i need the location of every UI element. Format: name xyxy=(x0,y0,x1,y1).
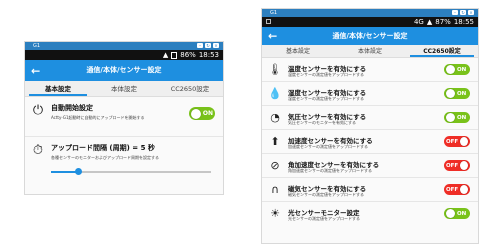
window-title: G1 xyxy=(33,43,41,49)
app-bar: ← 通信/本体/センサー設定 xyxy=(25,60,223,81)
power-icon: ⏻ xyxy=(32,102,44,118)
temperature-toggle[interactable]: ON xyxy=(444,64,470,75)
rotate-icon[interactable]: ↻ xyxy=(205,43,211,48)
network-type: 4G xyxy=(413,18,424,26)
status-bar: ▲ 86% 18:53 xyxy=(25,50,223,60)
humidity-icon: 💧 xyxy=(268,86,282,100)
toggle-label: ON xyxy=(457,66,467,73)
clock: 18:53 xyxy=(198,51,219,59)
battery-icon xyxy=(171,52,178,59)
battery-level: 87% xyxy=(435,18,451,26)
slider-fill xyxy=(51,171,79,173)
tab-device-settings[interactable]: 本体設定 xyxy=(334,45,406,57)
tab-basic-settings[interactable]: 基本設定 xyxy=(262,45,334,57)
acceleration-toggle[interactable]: OFF xyxy=(444,136,470,147)
auto-start-toggle[interactable]: ON xyxy=(189,107,215,120)
setting-pressure: ◔ 気圧センサーを有効にする 気圧センサーのモニターを有効にする ON xyxy=(262,106,478,130)
setting-description: 各種センサーのモニターおよびアップロード周期を設定する xyxy=(51,155,159,160)
setting-description: Actty-G1起動時に自動的にアップロードを開始する xyxy=(51,115,145,120)
setting-humidity: 💧 湿度センサーを有効にする 湿度センサーの測定値をアップロードする ON xyxy=(262,82,478,106)
page-title: 通信/本体/センサー設定 xyxy=(332,32,408,40)
app-bar: ← 通信/本体/センサー設定 xyxy=(262,27,478,45)
setting-auto-start: ⏻ 自動開始設定 Actty-G1起動時に自動的にアップロードを開始する ON xyxy=(25,97,223,137)
tab-basic-settings[interactable]: 基本設定 xyxy=(25,81,91,96)
window-titlebar: G1 – ↻ × xyxy=(25,42,223,50)
back-arrow-icon[interactable]: ← xyxy=(268,30,277,43)
setting-description: 光センサーの測定値をアップロードする xyxy=(288,216,360,221)
toggle-knob xyxy=(191,108,201,119)
setting-light-sensor: ☀ 光センサーモニター設定 光センサーの測定値をアップロードする ON xyxy=(262,202,478,226)
setting-description: 磁気センサーの測定値をアップロードする xyxy=(288,192,364,197)
rotate-icon[interactable]: ↻ xyxy=(460,10,466,15)
toggle-label: ON xyxy=(457,90,467,97)
setting-description: 温度センサーの測定値をアップロードする xyxy=(288,72,364,77)
tab-device-settings[interactable]: 本体設定 xyxy=(91,81,157,96)
battery-level: 86% xyxy=(180,51,196,59)
magnetometer-toggle[interactable]: OFF xyxy=(444,184,470,195)
gyroscope-icon: ⊘ xyxy=(270,158,280,172)
close-icon[interactable]: × xyxy=(213,43,219,48)
notification-icon xyxy=(266,19,271,24)
toggle-label: ON xyxy=(457,210,467,217)
setting-description: 湿度センサーの測定値をアップロードする xyxy=(288,96,364,101)
toggle-label: ON xyxy=(457,114,467,121)
signal-icon: ▲ xyxy=(162,51,169,59)
tab-bar: 基本設定 本体設定 CC2650設定 xyxy=(25,81,223,97)
magnet-icon: ∩ xyxy=(270,182,280,196)
light-sensor-toggle[interactable]: ON xyxy=(444,208,470,219)
thermometer-icon: 🌡 xyxy=(268,62,282,76)
setting-temperature: 🌡 温度センサーを有効にする 温度センサーの測定値をアップロードする ON xyxy=(262,58,478,82)
acceleration-icon: ⬆ xyxy=(270,134,280,148)
setting-description: 加速度センサーの測定値をアップロードする xyxy=(288,144,368,149)
clock: 18:55 xyxy=(453,18,474,26)
toggle-knob xyxy=(446,209,455,218)
light-bulb-icon: ☀ xyxy=(270,206,280,220)
gyroscope-toggle[interactable]: OFF xyxy=(444,160,470,171)
window-titlebar: G1 – ↻ × xyxy=(262,9,478,17)
signal-icon: ▲ xyxy=(426,18,433,26)
toggle-knob xyxy=(460,185,468,194)
barometer-icon: ◔ xyxy=(270,110,280,124)
back-arrow-icon[interactable]: ← xyxy=(31,64,40,77)
toggle-label: OFF xyxy=(446,186,459,193)
phone-screen-right: G1 – ↻ × 4G ▲ 87% 18:55 ← 通信/本体/センサー設定 基… xyxy=(261,8,479,244)
setting-magnetometer: ∩ 磁気センサーを有効にする 磁気センサーの測定値をアップロードする OFF xyxy=(262,178,478,202)
tab-bar: 基本設定 本体設定 CC2650設定 xyxy=(262,45,478,58)
minimize-icon[interactable]: – xyxy=(197,43,203,48)
toggle-knob xyxy=(460,137,468,146)
setting-description: 気圧センサーのモニターを有効にする xyxy=(288,120,357,125)
setting-title: 自動開始設定 xyxy=(51,104,93,112)
slider-thumb[interactable] xyxy=(75,168,83,175)
setting-title: アップロード間隔 (周期) = 5 秒 xyxy=(51,144,155,152)
toggle-label: OFF xyxy=(446,138,459,145)
toggle-knob xyxy=(446,65,455,74)
timer-icon: ⏱ xyxy=(32,142,44,158)
setting-description: 角加速度センサーの測定値をアップロードする xyxy=(288,168,372,173)
close-icon[interactable]: × xyxy=(468,10,474,15)
page-title: 通信/本体/センサー設定 xyxy=(86,66,162,74)
tab-cc2650-settings[interactable]: CC2650設定 xyxy=(157,81,223,96)
toggle-label: ON xyxy=(202,110,213,117)
phone-screen-left: G1 – ↻ × ▲ 86% 18:53 ← 通信/本体/センサー設定 基本設定… xyxy=(24,41,224,195)
toggle-knob xyxy=(446,113,455,122)
tab-cc2650-settings[interactable]: CC2650設定 xyxy=(406,45,478,57)
toggle-label: OFF xyxy=(446,162,459,169)
setting-acceleration: ⬆ 加速度センサーを有効にする 加速度センサーの測定値をアップロードする OFF xyxy=(262,130,478,154)
setting-upload-interval: ⏱ アップロード間隔 (周期) = 5 秒 各種センサーのモニターおよびアップロ… xyxy=(25,137,223,177)
humidity-toggle[interactable]: ON xyxy=(444,88,470,99)
toggle-knob xyxy=(446,89,455,98)
pressure-toggle[interactable]: ON xyxy=(444,112,470,123)
upload-interval-slider[interactable] xyxy=(51,168,211,175)
setting-gyroscope: ⊘ 角加速度センサーを有効にする 角加速度センサーの測定値をアップロードする O… xyxy=(262,154,478,178)
status-bar: 4G ▲ 87% 18:55 xyxy=(262,17,478,27)
toggle-knob xyxy=(460,161,468,170)
window-title: G1 xyxy=(270,10,278,16)
minimize-icon[interactable]: – xyxy=(452,10,458,15)
